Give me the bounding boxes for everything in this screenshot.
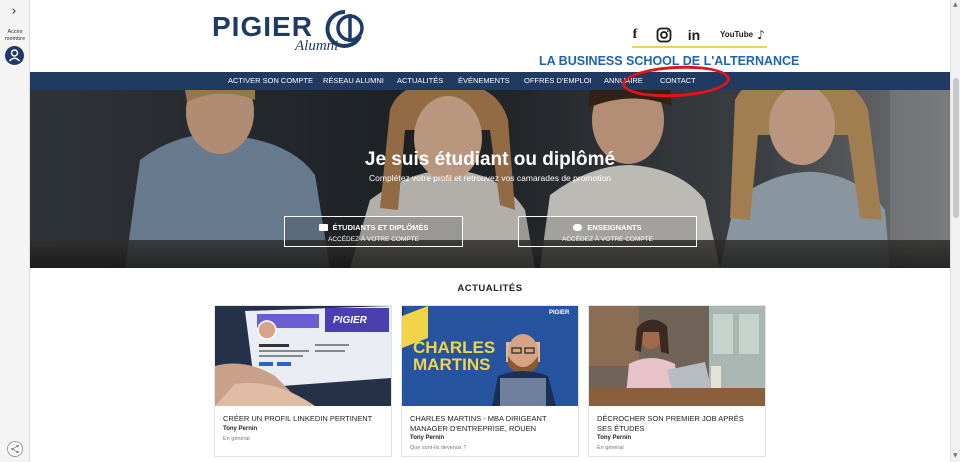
book-icon	[318, 224, 328, 231]
instagram-icon[interactable]	[656, 26, 672, 44]
teachers-button-label: ENSEIGNANTS	[587, 223, 642, 232]
news-card-category: En général	[597, 445, 624, 451]
social-underline-divider	[632, 46, 767, 48]
news-card-title[interactable]: CRÉER UN PROFIL LINKEDIN PERTINENT	[223, 414, 385, 424]
students-button-label: ÉTUDIANTS ET DIPLÔMÉS	[332, 223, 429, 232]
nav-item-activer-compte[interactable]: ACTIVER SON COMPTE	[228, 72, 313, 90]
scroll-thumb[interactable]	[953, 78, 959, 218]
news-card-category: En général	[223, 436, 250, 442]
teachers-button[interactable]: ENSEIGNANTS ACCÉDEZ À VOTRE COMPTE	[518, 216, 697, 247]
chat-icon	[573, 224, 583, 231]
news-card-linkedin[interactable]: PIGIER CRÉER UN PROFIL LINKEDIN PERTINEN…	[214, 305, 392, 457]
news-card-title[interactable]: DÉCROCHER SON PREMIER JOB APRÈS SES ÉTUD…	[597, 414, 759, 433]
teachers-button-label-row: ENSEIGNANTS	[573, 223, 642, 232]
expand-panel-chevron-icon[interactable]: ›	[6, 5, 22, 19]
news-card-charles-martins[interactable]: PORTRAIT A CHARLES MARTINS PIGIER CHARLE…	[401, 305, 579, 457]
youtube-icon[interactable]: YouTube	[720, 26, 753, 44]
page: › Accès membre ▲ ▼ PIGIER Alumni f in Yo…	[0, 0, 960, 462]
charles-card-image-headline-2: MARTINS	[413, 355, 491, 374]
news-section-title: ACTUALITÉS	[457, 283, 523, 294]
news-card-author: Tony Pernin	[223, 426, 258, 432]
news-card-image: PORTRAIT A CHARLES MARTINS PIGIER	[402, 306, 578, 406]
news-card-premier-job[interactable]: DÉCROCHER SON PREMIER JOB APRÈS SES ÉTUD…	[588, 305, 766, 457]
hero-banner: Je suis étudiant ou diplômé Complétez vo…	[30, 90, 950, 268]
teachers-button-sublabel: ACCÉDEZ À VOTRE COMPTE	[561, 236, 653, 243]
linkedin-icon[interactable]: in	[686, 26, 702, 44]
scroll-up-arrow-icon[interactable]: ▲	[953, 1, 958, 8]
students-button-sublabel: ACCÉDEZ À VOTRE COMPTE	[327, 236, 419, 243]
main-navigation: ACTIVER SON COMPTE RÉSEAU ALUMNI ACTUALI…	[30, 72, 950, 90]
nav-item-reseau-alumni[interactable]: RÉSEAU ALUMNI	[323, 72, 384, 90]
member-access-label[interactable]: Accès membre	[0, 29, 30, 42]
news-card-image: PIGIER	[215, 306, 391, 406]
nav-item-offres-emploi[interactable]: OFFRES D'EMPLOI	[524, 72, 592, 90]
news-card-category: Que sont-ils devenus ?	[410, 445, 467, 451]
hero-subtitle: Complétez votre profil et retrouvez vos …	[369, 173, 611, 183]
person-icon[interactable]	[5, 46, 24, 65]
charles-card-image-brand: PIGIER	[549, 310, 570, 316]
pigier-alumni-logo[interactable]: PIGIER Alumni	[212, 6, 372, 54]
news-card-image	[589, 306, 765, 406]
news-card-author: Tony Pernin	[597, 435, 632, 441]
students-button-label-row: ÉTUDIANTS ET DIPLÔMÉS	[318, 223, 429, 232]
logo-mark-icon	[325, 9, 364, 48]
students-graduates-button[interactable]: ÉTUDIANTS ET DIPLÔMÉS ACCÉDEZ À VOTRE CO…	[284, 216, 463, 247]
news-card-author: Tony Pernin	[410, 435, 445, 441]
member-side-panel: › Accès membre	[0, 0, 30, 462]
tiktok-icon[interactable]: ♪	[754, 26, 768, 44]
hero-title: Je suis étudiant ou diplômé	[364, 149, 616, 170]
scroll-down-arrow-icon[interactable]: ▼	[953, 452, 958, 459]
member-access-line-2: membre	[4, 35, 26, 42]
charles-card-image-headline-1: CHARLES	[413, 338, 496, 357]
linkedin-card-image-brand: PIGIER	[333, 315, 367, 326]
social-links: f in YouTube ♪	[622, 26, 772, 44]
nav-item-evenements[interactable]: ÉVÉNEMENTS	[458, 72, 510, 90]
news-card-title[interactable]: CHARLES MARTINS - MBA DIRIGEANT MANAGER …	[410, 414, 572, 433]
nav-item-actualites[interactable]: ACTUALITÉS	[397, 72, 443, 90]
page-scrollbar[interactable]: ▲ ▼	[950, 0, 960, 462]
share-icon[interactable]	[7, 441, 23, 457]
facebook-icon[interactable]: f	[628, 26, 642, 44]
